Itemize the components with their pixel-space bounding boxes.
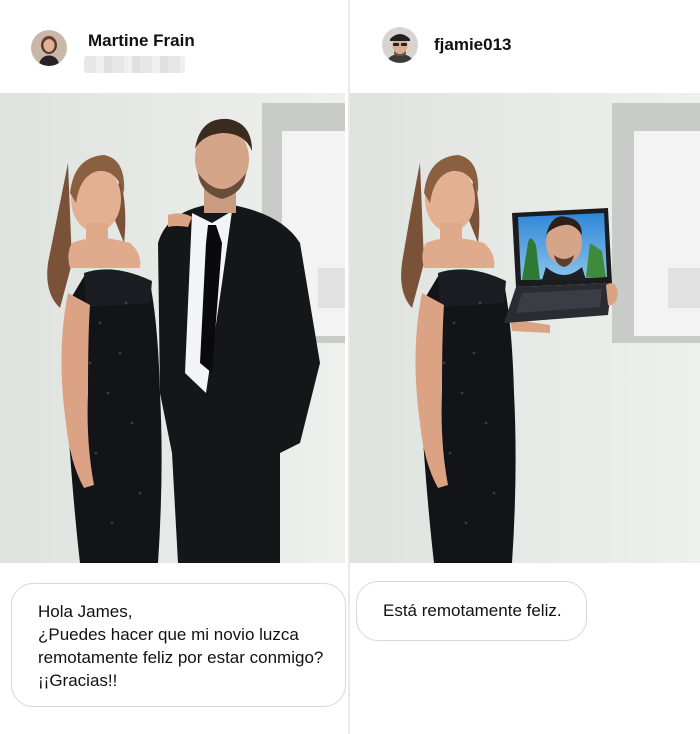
message-line: ¿Puedes hacer que mi novio luzca — [38, 625, 299, 644]
woman-avatar-icon — [31, 30, 67, 66]
blurred-handle — [84, 56, 185, 73]
reply-message-bubble: Está remotamente feliz. — [356, 581, 587, 641]
reply-text: Está remotamente feliz. — [383, 601, 562, 620]
username[interactable]: Martine Frain — [88, 31, 195, 51]
avatar[interactable] — [382, 27, 418, 63]
edited-photo[interactable] — [350, 93, 700, 563]
woman-with-laptop-photo — [350, 93, 700, 563]
right-post-header: fjamie013 — [350, 0, 700, 90]
message-line: ¡¡Gracias!! — [38, 671, 118, 690]
man-avatar-icon — [382, 27, 418, 63]
original-photo[interactable] — [0, 93, 345, 563]
message-line: remotamente feliz por estar conmigo? — [38, 648, 324, 667]
request-message-bubble: Hola James, ¿Puedes hacer que mi novio l… — [11, 583, 346, 707]
username[interactable]: fjamie013 — [434, 35, 512, 55]
couple-photo — [0, 93, 345, 563]
avatar[interactable] — [31, 30, 67, 66]
message-line: Hola James, — [38, 602, 133, 621]
left-post-header: Martine Frain — [0, 0, 348, 90]
